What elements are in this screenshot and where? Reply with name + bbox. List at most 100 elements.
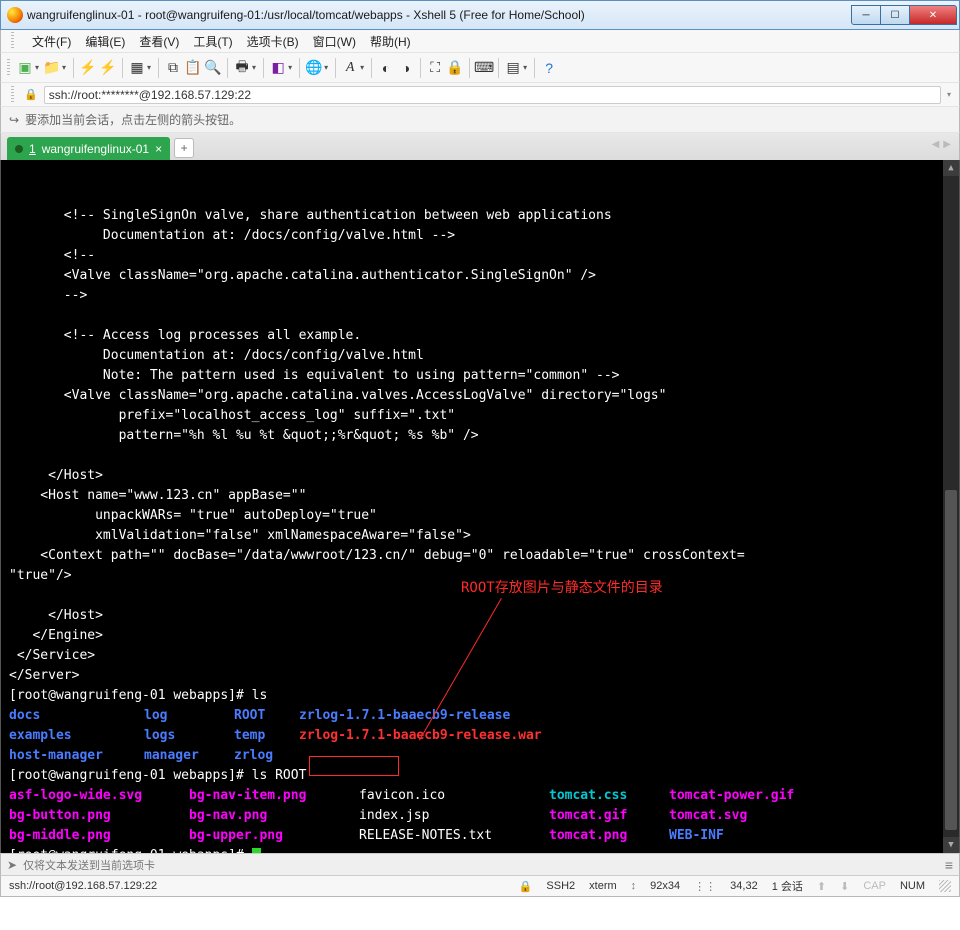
- open-session-icon[interactable]: 📁: [43, 59, 61, 77]
- font-icon[interactable]: A: [341, 59, 359, 77]
- terminal-line: <Context path="" docBase="/data/wwwroot/…: [9, 548, 745, 563]
- keyboard-icon[interactable]: ⌨: [475, 59, 493, 77]
- cursor-icon: ⋮⋮: [694, 880, 716, 893]
- terminal-line: </Service>: [9, 648, 95, 663]
- sendbar-menu-icon[interactable]: ≡: [945, 857, 953, 873]
- toolbar-grip[interactable]: [11, 86, 14, 104]
- toolbar-grip[interactable]: [7, 59, 10, 77]
- window-maximize-button[interactable]: ☐: [880, 5, 910, 25]
- toolbar: ▣▾ 📁▾ ⚡ ⚡ ▦▾ ⧉ 📋 🔍 🖶▾ ◧▾ 🌐▾ A▾ ◐ ◑ ⛶ 🔒 ⌨…: [0, 52, 960, 82]
- properties-icon[interactable]: ▦: [128, 59, 146, 77]
- ls-item: tomcat-power.gif: [669, 788, 794, 803]
- terminal-line: </Host>: [9, 608, 103, 623]
- terminal[interactable]: <!-- SingleSignOn valve, share authentic…: [0, 160, 960, 853]
- send-input[interactable]: 仅将文本发送到当前选项卡: [23, 857, 939, 873]
- help-icon[interactable]: ?: [540, 59, 558, 77]
- toolbar-grip[interactable]: [11, 32, 14, 50]
- menubar: 文件(F) 编辑(E) 查看(V) 工具(T) 选项卡(B) 窗口(W) 帮助(…: [0, 30, 960, 52]
- terminal-line: "true"/>: [9, 568, 72, 583]
- address-dropdown-icon[interactable]: ▾: [947, 90, 951, 99]
- menu-file[interactable]: 文件(F): [32, 33, 71, 50]
- lock-icon: 🔒: [24, 88, 38, 101]
- ls-item: temp: [234, 726, 299, 746]
- ls-item: tomcat.gif: [549, 806, 669, 826]
- ls-item: zrlog-1.7.1-baaecb9-release: [299, 708, 510, 723]
- window-title: wangruifenglinux-01 - root@wangruifeng-0…: [27, 8, 852, 22]
- menu-tools[interactable]: 工具(T): [193, 33, 232, 50]
- address-input[interactable]: ssh://root:********@192.168.57.129:22: [44, 86, 941, 104]
- copy-icon[interactable]: ⧉: [164, 59, 182, 77]
- ls-item: bg-middle.png: [9, 826, 189, 846]
- terminal-line: xmlValidation="false" xmlNamespaceAware=…: [9, 528, 471, 543]
- language-icon[interactable]: 🌐: [305, 59, 323, 77]
- fullscreen-icon[interactable]: ⛶: [426, 59, 444, 77]
- ls-item: bg-nav.png: [189, 806, 359, 826]
- terminal-line: prefix="localhost_access_log" suffix=".t…: [9, 408, 455, 423]
- send-bar: ➤ 仅将文本发送到当前选项卡 ≡: [0, 853, 960, 875]
- annotation-text: ROOT存放图片与静态文件的目录: [461, 578, 663, 598]
- scroll-up-icon[interactable]: ▲: [943, 160, 959, 176]
- terminal-line: </Host>: [9, 468, 103, 483]
- reconnect-icon[interactable]: ⚡: [79, 59, 97, 77]
- terminal-prompt: [root@wangruifeng-01 webapps]# ls ROOT: [9, 768, 306, 783]
- down-arrow-icon[interactable]: ⬇: [840, 880, 849, 893]
- ssh-icon: 🔒: [519, 880, 533, 893]
- tip-arrow-icon[interactable]: ↪: [9, 113, 19, 127]
- status-size: 92x34: [650, 880, 680, 892]
- new-tab-button[interactable]: +: [174, 138, 194, 158]
- terminal-scrollbar[interactable]: ▲ ▼: [943, 160, 959, 853]
- tip-text: 要添加当前会话，点击左侧的箭头按钮。: [25, 111, 241, 128]
- lock-icon[interactable]: 🔒: [446, 59, 464, 77]
- session-tab-bar: 1 wangruifenglinux-01 × + ◀▶: [0, 132, 960, 160]
- terminal-line: Documentation at: /docs/config/valve.htm…: [9, 228, 455, 243]
- status-num: NUM: [900, 880, 925, 892]
- status-ssh: SSH2: [546, 880, 575, 892]
- tab-index: 1: [29, 142, 36, 156]
- paste-icon[interactable]: 📋: [184, 59, 202, 77]
- window-titlebar: wangruifenglinux-01 - root@wangruifeng-0…: [0, 0, 960, 30]
- terminal-line: </Server>: [9, 668, 79, 683]
- status-term: xterm: [589, 880, 617, 892]
- disconnect-icon[interactable]: ⚡: [99, 59, 117, 77]
- terminal-line: <Valve className="org.apache.catalina.va…: [9, 388, 666, 403]
- ls-item: logs: [144, 726, 234, 746]
- send-arrow-icon[interactable]: ➤: [7, 858, 17, 872]
- new-session-icon[interactable]: ▣: [16, 59, 34, 77]
- find-icon[interactable]: 🔍: [204, 59, 222, 77]
- address-bar: 🔒 ssh://root:********@192.168.57.129:22 …: [0, 82, 960, 106]
- color-scheme-icon[interactable]: ◧: [269, 59, 287, 77]
- terminal-prompt: [root@wangruifeng-01 webapps]# ls: [9, 688, 267, 703]
- scroll-down-icon[interactable]: ▼: [943, 837, 959, 853]
- ls-item: manager: [144, 746, 234, 766]
- ls-item: index.jsp: [359, 806, 549, 826]
- ls-item: favicon.ico: [359, 786, 549, 806]
- tab-nav-arrows[interactable]: ◀▶: [932, 139, 951, 150]
- ls-item: asf-logo-wide.svg: [9, 786, 189, 806]
- ls-item: bg-upper.png: [189, 826, 359, 846]
- ls-item: log: [144, 706, 234, 726]
- status-connection: ssh://root@192.168.57.129:22: [9, 880, 157, 892]
- print-icon[interactable]: 🖶: [233, 59, 251, 77]
- ls-item: host-manager: [9, 746, 144, 766]
- up-arrow-icon[interactable]: ⬆: [817, 880, 826, 893]
- scrollbar-thumb[interactable]: [945, 490, 957, 830]
- ls-item: zrlog: [234, 746, 299, 766]
- menu-tab[interactable]: 选项卡(B): [247, 33, 299, 50]
- window-minimize-button[interactable]: ─: [851, 5, 881, 25]
- layout-icon[interactable]: ▤: [504, 59, 522, 77]
- menu-help[interactable]: 帮助(H): [370, 33, 411, 50]
- tab-close-icon[interactable]: ×: [155, 142, 162, 156]
- session-tab-active[interactable]: 1 wangruifenglinux-01 ×: [7, 137, 170, 160]
- window-close-button[interactable]: ✕: [909, 5, 957, 25]
- menu-edit[interactable]: 编辑(E): [85, 33, 125, 50]
- status-bar: ssh://root@192.168.57.129:22 🔒 SSH2 xterm…: [0, 875, 960, 897]
- menu-window[interactable]: 窗口(W): [313, 33, 356, 50]
- transfer-icon[interactable]: ◑: [397, 59, 415, 77]
- terminal-line: <Valve className="org.apache.catalina.au…: [9, 268, 596, 283]
- encoding-icon[interactable]: ◐: [377, 59, 395, 77]
- ls-item: docs: [9, 706, 144, 726]
- tab-status-dot: [15, 145, 23, 153]
- resize-grip-icon[interactable]: [939, 880, 951, 892]
- ls-item: bg-button.png: [9, 806, 189, 826]
- menu-view[interactable]: 查看(V): [139, 33, 179, 50]
